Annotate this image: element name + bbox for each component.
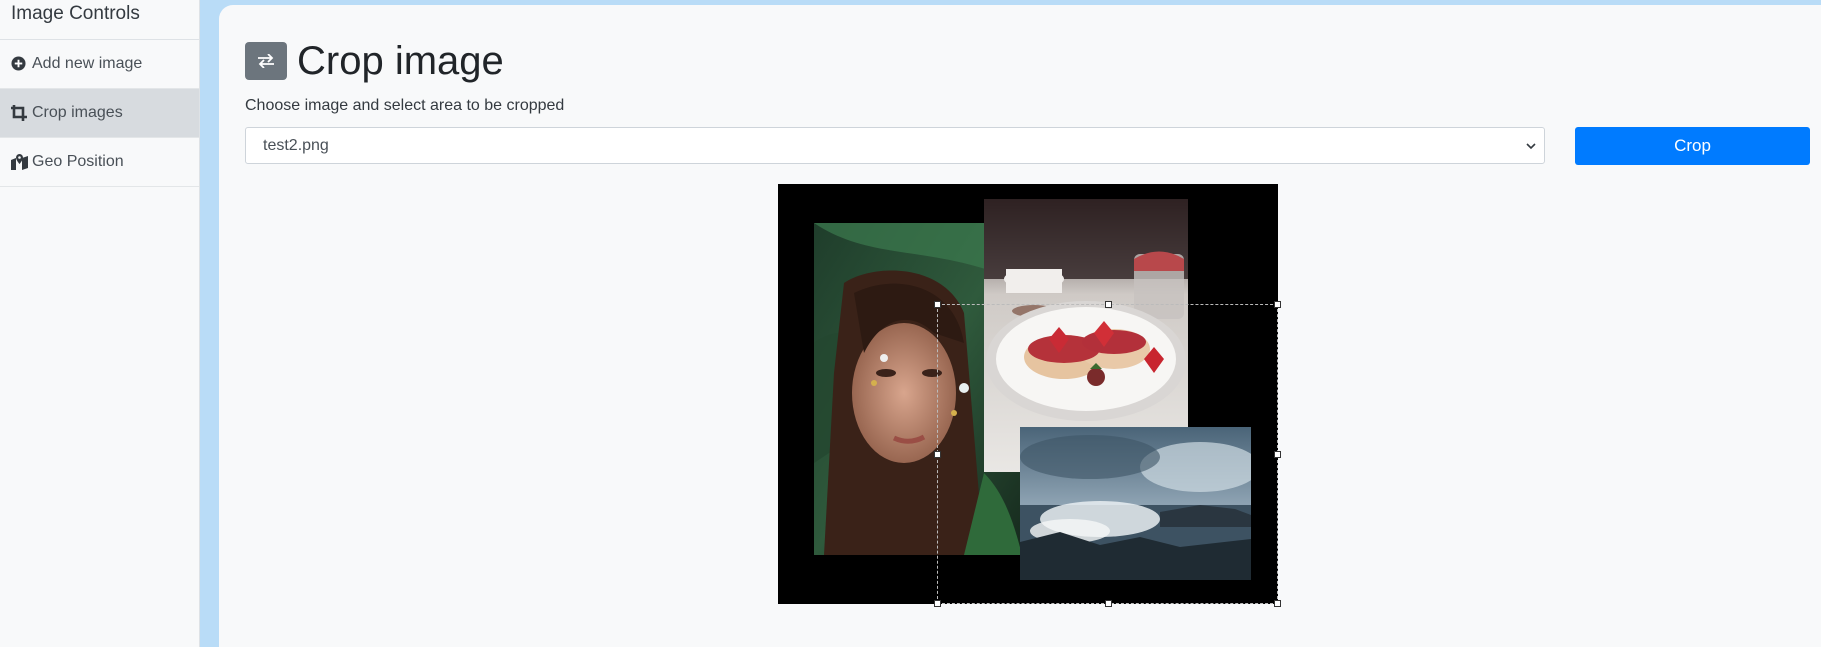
crop-handle-top-left[interactable]	[934, 301, 941, 308]
sidebar-item-label: Geo Position	[32, 153, 124, 170]
sidebar-item-add-new-image[interactable]: Add new image	[0, 40, 199, 89]
sidebar: Image Controls Add new image Crop images…	[0, 0, 200, 647]
crop-handle-middle-right[interactable]	[1274, 451, 1281, 458]
crop-handle-top-right[interactable]	[1274, 301, 1281, 308]
crop-handle-top-center[interactable]	[1105, 301, 1112, 308]
swap-arrows-icon	[245, 42, 287, 80]
plus-circle-icon	[11, 55, 28, 73]
crop-button[interactable]: Crop	[1575, 127, 1810, 165]
chevron-down-icon	[1526, 139, 1536, 157]
sidebar-item-label: Crop images	[32, 104, 123, 121]
image-select[interactable]: test2.png	[245, 127, 1545, 164]
main-panel: Crop image Choose image and select area …	[219, 5, 1821, 647]
crop-icon	[11, 104, 28, 122]
image-select-value: test2.png	[263, 136, 329, 154]
image-canvas[interactable]	[778, 184, 1281, 607]
crop-selection[interactable]	[934, 301, 1281, 607]
crop-handle-bottom-right[interactable]	[1274, 600, 1281, 607]
page-title: Crop image	[297, 39, 504, 83]
subtitle: Choose image and select area to be cropp…	[245, 97, 565, 114]
sidebar-item-crop-images[interactable]: Crop images	[0, 89, 199, 138]
crop-handle-middle-left[interactable]	[934, 451, 941, 458]
page-title-row: Crop image	[245, 41, 504, 81]
sidebar-item-geo-position[interactable]: Geo Position	[0, 138, 199, 187]
sidebar-item-label: Add new image	[32, 55, 143, 72]
crop-handle-bottom-center[interactable]	[1105, 600, 1112, 607]
sidebar-title: Image Controls	[0, 0, 199, 40]
map-marker-icon	[11, 153, 28, 171]
crop-handle-bottom-left[interactable]	[934, 600, 941, 607]
